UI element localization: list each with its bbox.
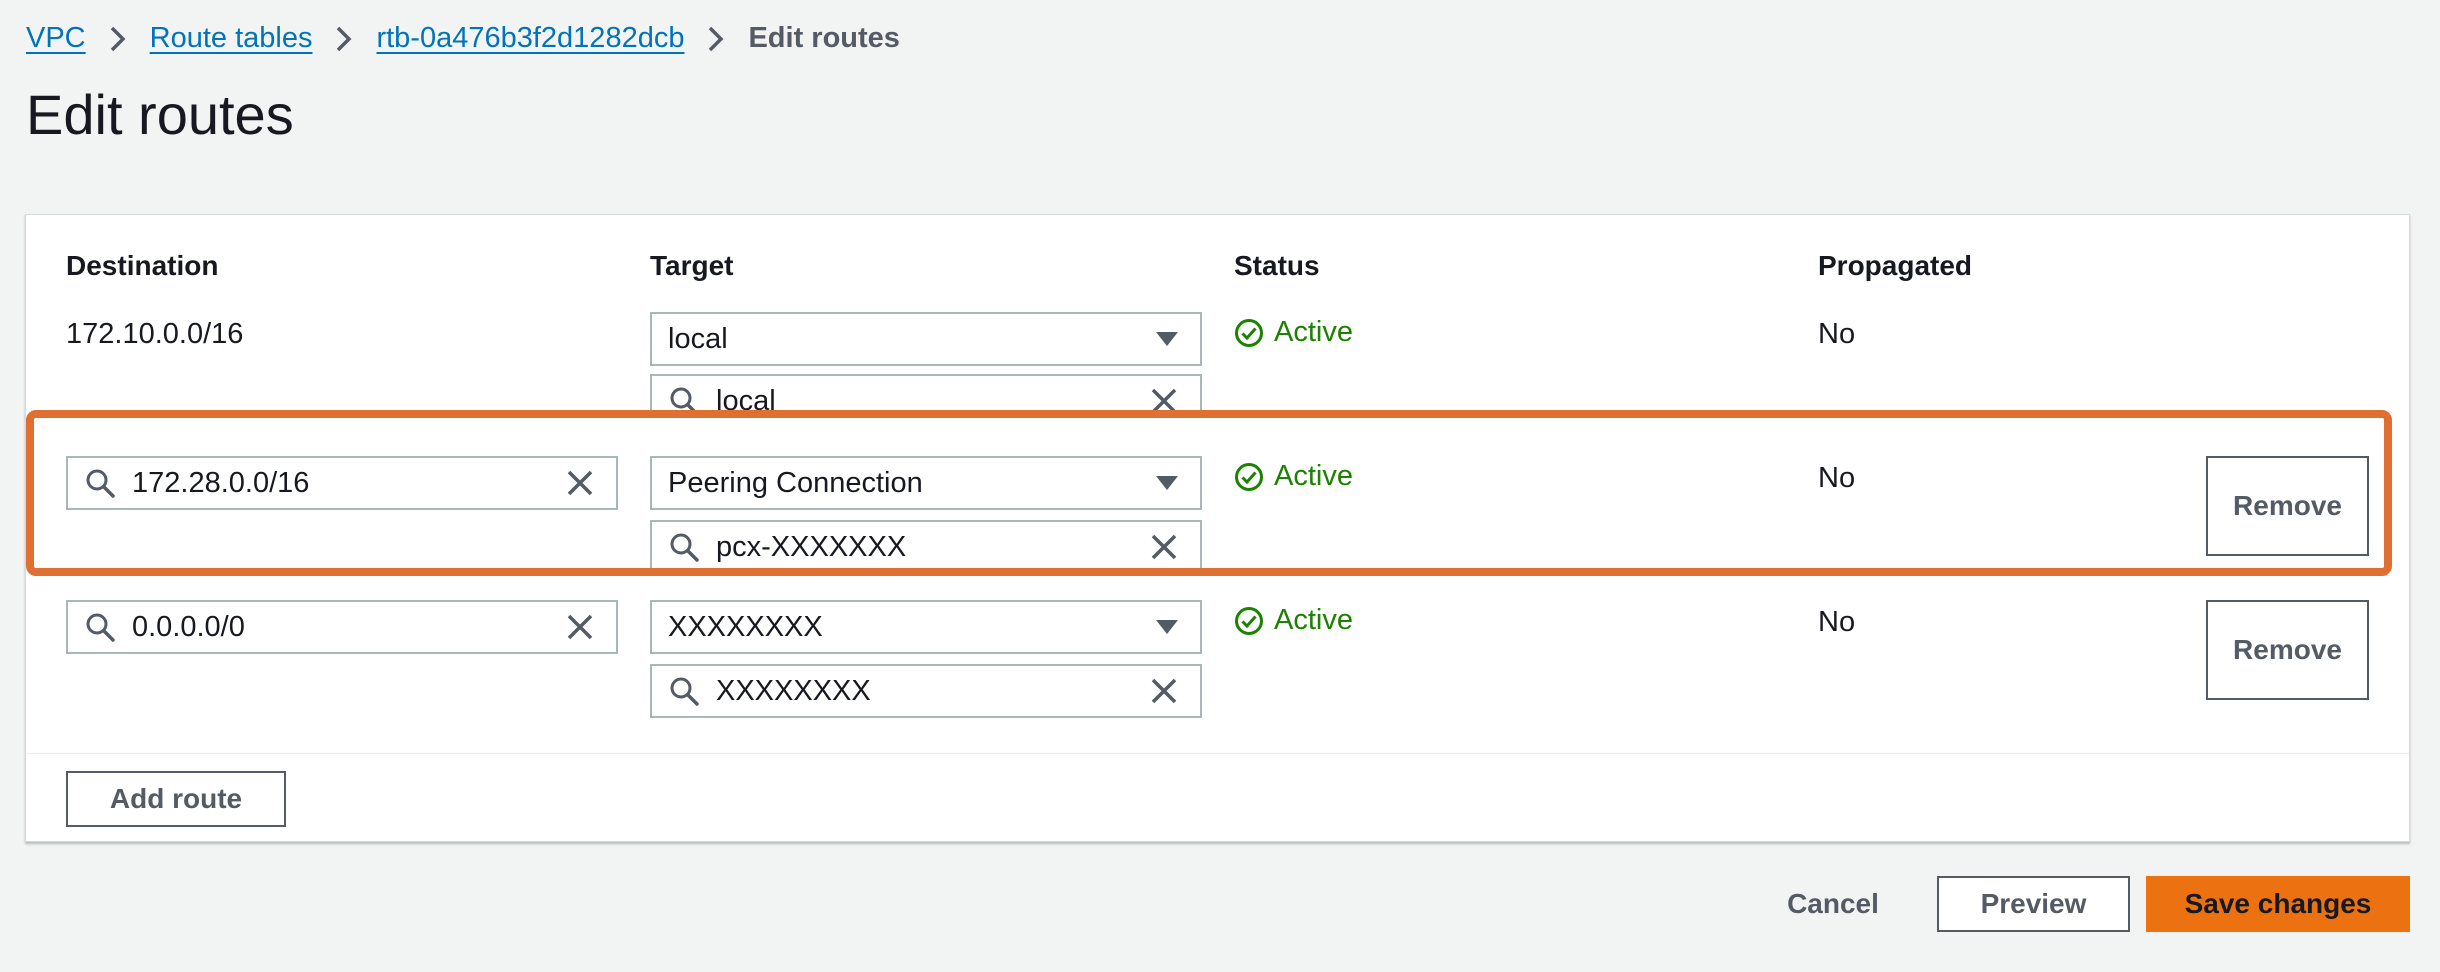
remove-route-button[interactable]: Remove <box>2206 456 2369 556</box>
breadcrumb: VPC Route tables rtb-0a476b3f2d1282dcb E… <box>26 18 900 58</box>
search-icon <box>666 532 702 562</box>
status-active-icon <box>1235 462 1263 491</box>
column-header-propagated: Propagated <box>1818 250 1973 281</box>
close-icon[interactable] <box>1144 533 1184 561</box>
propagated-text: No <box>1818 462 1856 494</box>
save-changes-button[interactable]: Save changes <box>2146 876 2410 932</box>
status-active-icon <box>1235 318 1263 347</box>
target-search-value: XXXXXXXX <box>716 674 871 707</box>
status-active-icon <box>1235 606 1263 635</box>
routes-panel <box>25 214 2410 842</box>
chevron-right-icon <box>684 22 748 55</box>
search-icon <box>666 386 702 412</box>
column-header-status: Status <box>1234 250 1320 281</box>
target-search-input[interactable]: pcx-XXXXXXX <box>650 520 1202 574</box>
search-icon <box>82 612 118 642</box>
search-icon <box>666 676 702 706</box>
destination-value: 172.28.0.0/16 <box>132 466 310 499</box>
cancel-button[interactable]: Cancel <box>1768 876 1898 932</box>
column-header-target: Target <box>650 250 734 281</box>
target-search-value: local <box>716 384 776 413</box>
target-search-input[interactable]: XXXXXXXX <box>650 664 1202 718</box>
close-icon[interactable] <box>1144 387 1184 412</box>
target-search-clip: local <box>650 374 1202 412</box>
page-title: Edit routes <box>26 83 294 146</box>
propagated-text: No <box>1818 606 1856 638</box>
destination-value: 0.0.0.0/0 <box>132 610 245 643</box>
caret-down-icon <box>1152 620 1182 634</box>
target-search-input[interactable]: local <box>650 374 1202 412</box>
breadcrumb-link-vpc[interactable]: VPC <box>26 22 86 55</box>
target-type-select[interactable]: Peering Connection <box>650 456 1202 510</box>
caret-down-icon <box>1152 332 1182 346</box>
target-type-value: Peering Connection <box>668 466 923 499</box>
add-route-button[interactable]: Add route <box>66 771 286 827</box>
target-type-select[interactable]: XXXXXXXX <box>650 600 1202 654</box>
breadcrumb-link-route-table-id[interactable]: rtb-0a476b3f2d1282dcb <box>376 22 684 55</box>
search-icon <box>82 468 118 498</box>
status-badge: Active <box>1234 460 1353 493</box>
destination-input[interactable]: 0.0.0.0/0 <box>66 600 618 654</box>
preview-button[interactable]: Preview <box>1937 876 2130 932</box>
status-text: Active <box>1274 604 1353 636</box>
target-type-value: XXXXXXXX <box>668 610 823 643</box>
destination-input[interactable]: 172.28.0.0/16 <box>66 456 618 510</box>
target-type-value: local <box>668 322 728 355</box>
breadcrumb-current: Edit routes <box>748 21 900 54</box>
remove-route-button[interactable]: Remove <box>2206 600 2369 700</box>
breadcrumb-link-route-tables[interactable]: Route tables <box>150 22 313 55</box>
panel-divider <box>26 753 2409 754</box>
target-search-value: pcx-XXXXXXX <box>716 530 907 563</box>
chevron-right-icon <box>312 22 376 55</box>
column-header-destination: Destination <box>66 250 219 281</box>
status-badge: Active <box>1234 316 1353 349</box>
status-text: Active <box>1274 316 1353 348</box>
target-type-select[interactable]: local <box>650 312 1202 366</box>
route-destination-text: 172.10.0.0/16 <box>66 318 244 350</box>
chevron-right-icon <box>86 22 150 55</box>
close-icon[interactable] <box>560 469 600 497</box>
status-badge: Active <box>1234 604 1353 637</box>
close-icon[interactable] <box>560 613 600 641</box>
close-icon[interactable] <box>1144 677 1184 705</box>
status-text: Active <box>1274 460 1353 492</box>
caret-down-icon <box>1152 476 1182 490</box>
propagated-text: No <box>1818 318 1856 350</box>
